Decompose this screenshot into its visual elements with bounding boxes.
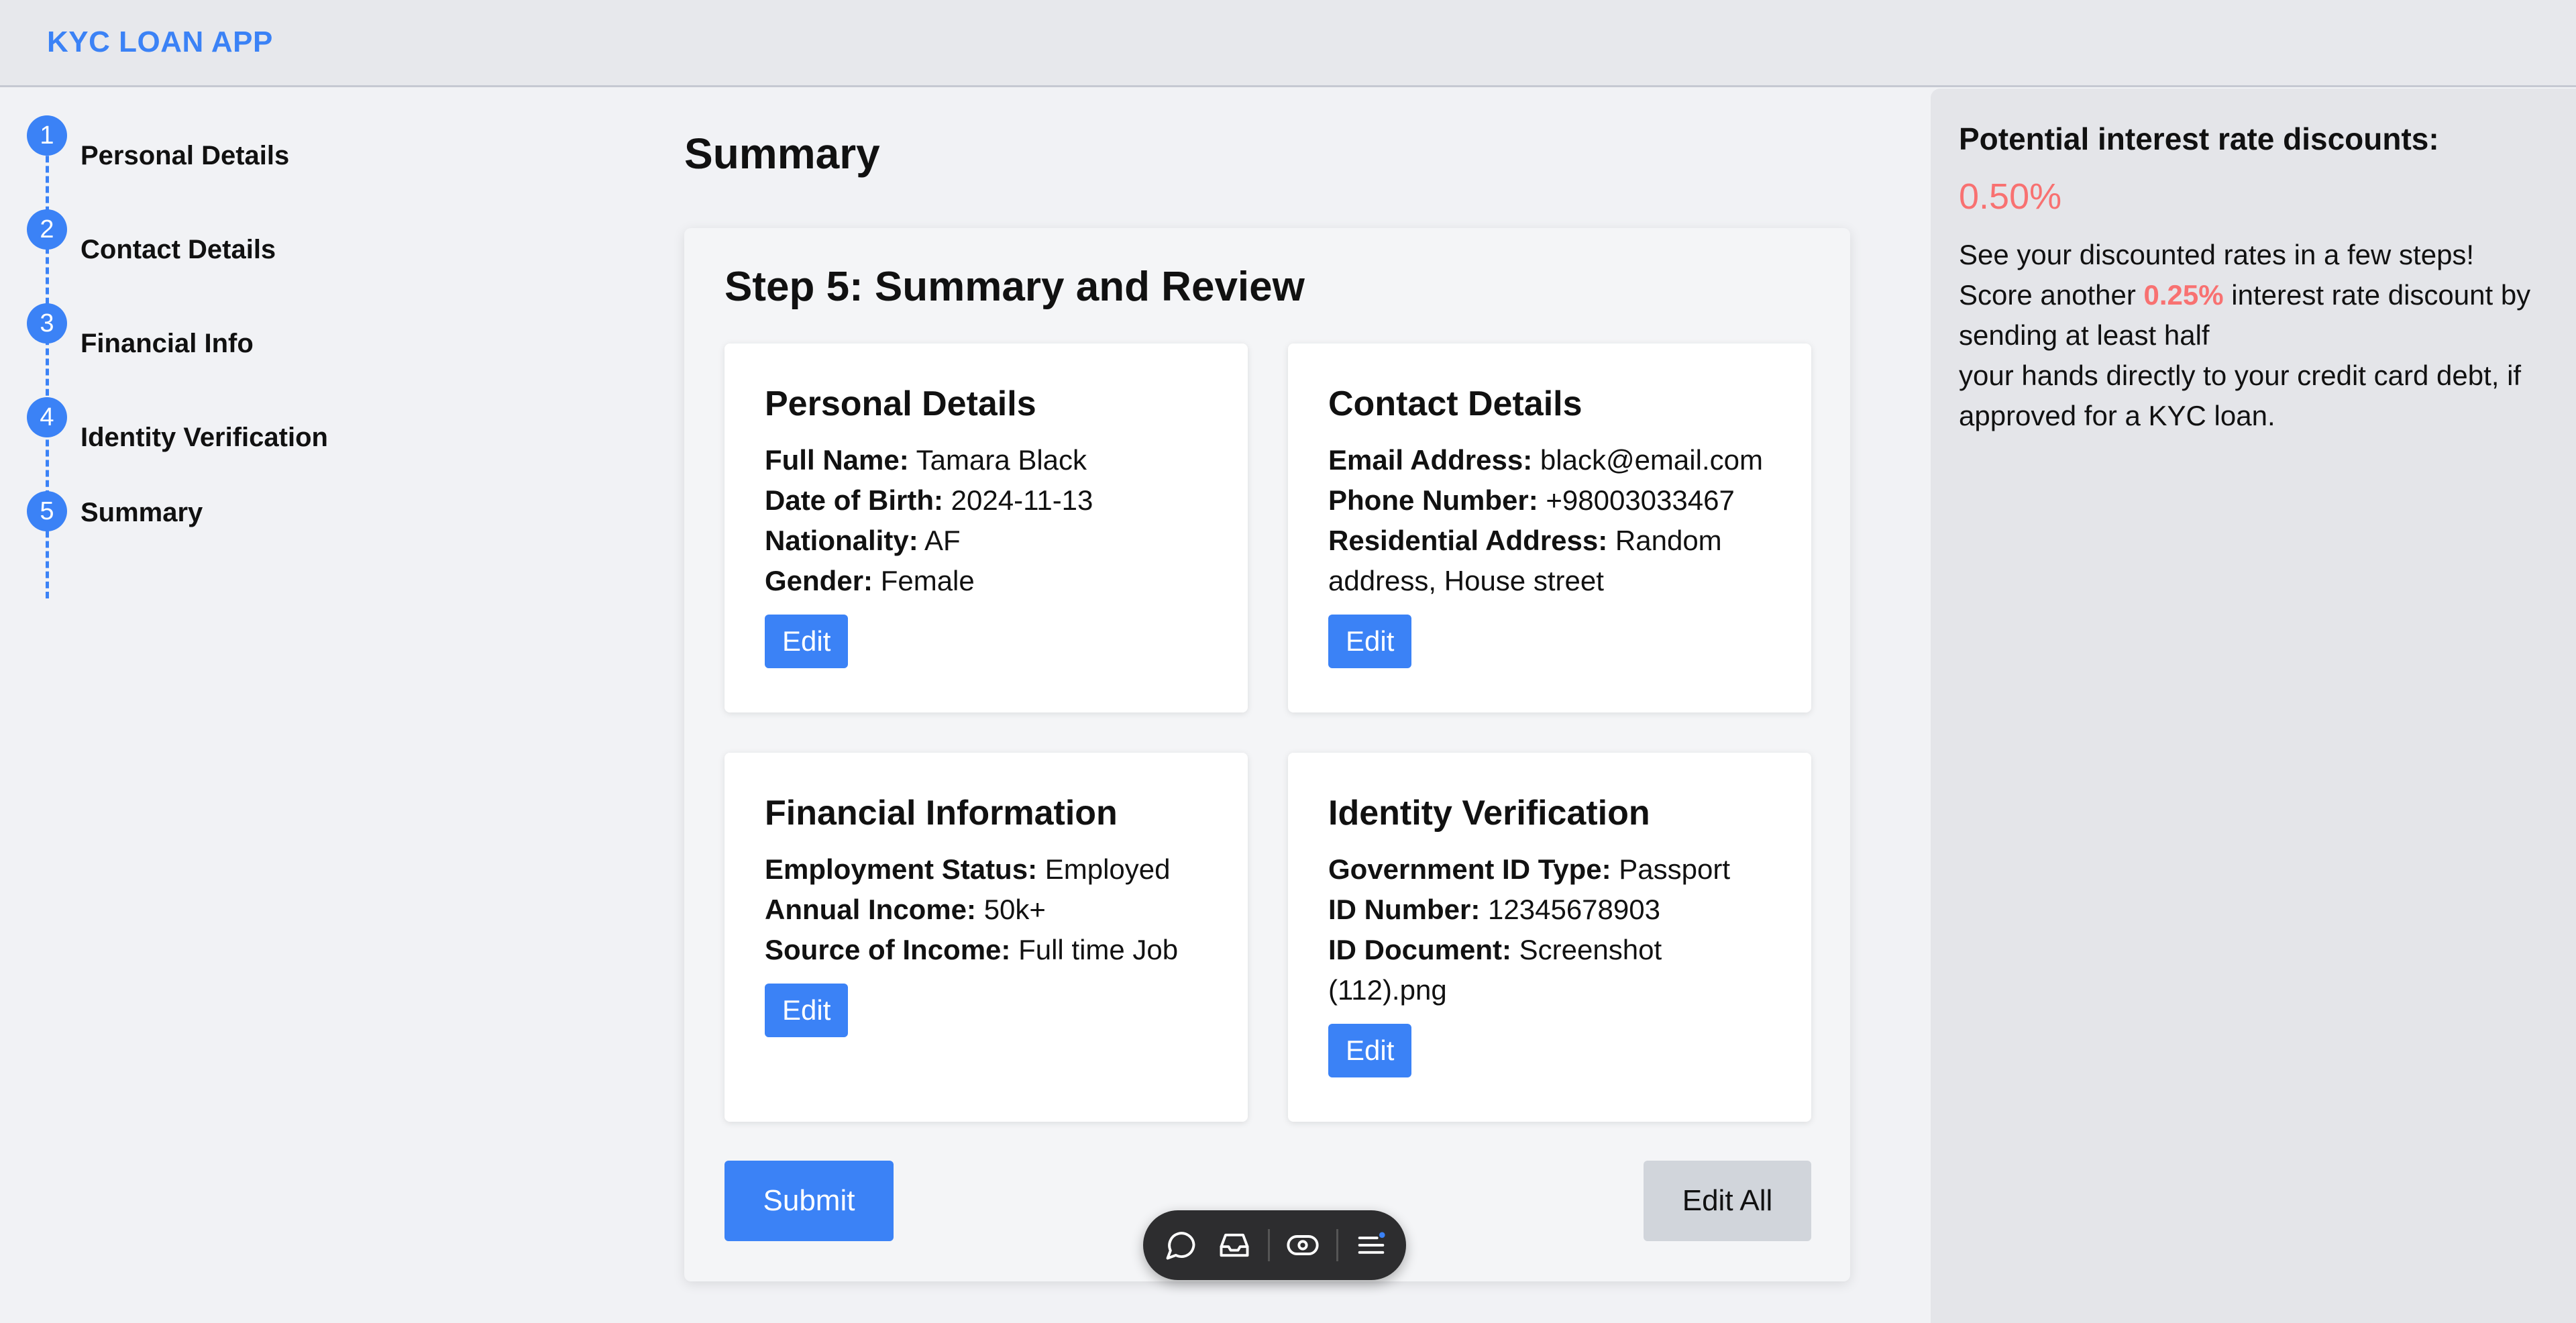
card-title: Contact Details bbox=[1328, 384, 1582, 423]
field-value: black@email.com bbox=[1540, 444, 1763, 476]
toolbar-divider bbox=[1336, 1229, 1338, 1261]
field-value: +98003033467 bbox=[1546, 484, 1735, 516]
field-label: Annual Income: bbox=[765, 894, 977, 925]
field-label: Date of Birth: bbox=[765, 484, 943, 516]
personal-details-card: Personal Details Full Name: Tamara Black… bbox=[724, 343, 1248, 712]
field-label: ID Number: bbox=[1328, 894, 1481, 925]
discount-description: See your discounted rates in a few steps… bbox=[1959, 235, 2563, 436]
info-row: ID Document: Screenshot (112).png bbox=[1328, 930, 1771, 1010]
app-title[interactable]: KYC LOAN APP bbox=[47, 25, 273, 59]
extra-discount-rate: 0.25% bbox=[2143, 279, 2224, 311]
step-label: Personal Details bbox=[80, 141, 290, 170]
page-title: Summary bbox=[684, 129, 880, 178]
field-label: ID Document: bbox=[1328, 934, 1511, 965]
step-number-badge: 1 bbox=[27, 115, 67, 156]
step-contact-details[interactable]: 2 Contact Details bbox=[0, 209, 604, 276]
menu-icon[interactable] bbox=[1354, 1228, 1389, 1263]
field-label: Source of Income: bbox=[765, 934, 1011, 965]
edit-identity-button[interactable]: Edit bbox=[1328, 1024, 1412, 1077]
discount-rate: 0.50% bbox=[1959, 176, 2062, 217]
step-financial-info[interactable]: 3 Financial Info bbox=[0, 303, 604, 370]
inbox-icon[interactable] bbox=[1217, 1228, 1252, 1263]
discount-panel: Potential interest rate discounts: 0.50%… bbox=[1931, 89, 2576, 1323]
discount-line: See your discounted rates in a few steps… bbox=[1959, 239, 2475, 270]
step-personal-details[interactable]: 1 Personal Details bbox=[0, 115, 604, 182]
step-number-badge: 3 bbox=[27, 303, 67, 343]
step-number-badge: 5 bbox=[27, 491, 67, 531]
toolbar-divider bbox=[1268, 1229, 1270, 1261]
edit-personal-button[interactable]: Edit bbox=[765, 615, 849, 668]
summary-card: Step 5: Summary and Review Personal Deta… bbox=[684, 228, 1850, 1281]
identity-verification-card: Identity Verification Government ID Type… bbox=[1288, 753, 1811, 1122]
top-bar: KYC LOAN APP bbox=[0, 0, 2576, 87]
step-label: Financial Info bbox=[80, 329, 254, 358]
step-identity-verification[interactable]: 4 Identity Verification bbox=[0, 397, 604, 464]
field-value: AF bbox=[924, 525, 961, 556]
info-row: Source of Income: Full time Job bbox=[765, 930, 1208, 970]
field-label: Gender: bbox=[765, 565, 873, 596]
info-row: ID Number: 12345678903 bbox=[1328, 890, 1771, 930]
field-value: Full time Job bbox=[1018, 934, 1179, 965]
progress-stepper: 1 Personal Details 2 Contact Details 3 F… bbox=[0, 87, 604, 598]
info-row: Phone Number: +98003033467 bbox=[1328, 480, 1771, 521]
step-number-badge: 2 bbox=[27, 209, 67, 250]
floating-toolbar bbox=[1143, 1210, 1406, 1280]
field-value: Female bbox=[880, 565, 975, 596]
comment-icon[interactable] bbox=[1163, 1228, 1198, 1263]
card-title: Financial Information bbox=[765, 794, 1118, 833]
field-value: 50k+ bbox=[983, 894, 1046, 925]
field-value: Tamara Black bbox=[916, 444, 1087, 476]
field-value: 2024-11-13 bbox=[951, 484, 1093, 516]
info-row: Full Name: Tamara Black bbox=[765, 440, 1208, 480]
info-row: Government ID Type: Passport bbox=[1328, 849, 1771, 890]
card-title: Identity Verification bbox=[1328, 794, 1650, 833]
discount-line: Score another 0.25% interest rate discou… bbox=[1959, 275, 2563, 356]
info-row: Email Address: black@email.com bbox=[1328, 440, 1771, 480]
info-row: Employment Status: Employed bbox=[765, 849, 1208, 890]
field-label: Residential Address: bbox=[1328, 525, 1608, 556]
field-value: Employed bbox=[1044, 853, 1171, 885]
field-label: Nationality: bbox=[765, 525, 918, 556]
edit-contact-button[interactable]: Edit bbox=[1328, 615, 1412, 668]
step-number-badge: 4 bbox=[27, 397, 67, 437]
info-row: Date of Birth: 2024-11-13 bbox=[765, 480, 1208, 521]
field-label: Full Name: bbox=[765, 444, 909, 476]
discount-title: Potential interest rate discounts: bbox=[1959, 121, 2439, 156]
step-label: Contact Details bbox=[80, 235, 276, 264]
info-row: Annual Income: 50k+ bbox=[765, 890, 1208, 930]
info-row: Gender: Female bbox=[765, 561, 1208, 601]
field-value: 12345678903 bbox=[1488, 894, 1660, 925]
field-value: Passport bbox=[1619, 853, 1731, 885]
info-row: Residential Address: Random address, Hou… bbox=[1328, 521, 1771, 601]
discount-text: Score another bbox=[1959, 279, 2144, 311]
step-title: Step 5: Summary and Review bbox=[724, 264, 1305, 310]
field-label: Email Address: bbox=[1328, 444, 1533, 476]
discount-line: your hands directly to your credit card … bbox=[1959, 360, 2522, 431]
info-row: Nationality: AF bbox=[765, 521, 1208, 561]
financial-information-card: Financial Information Employment Status:… bbox=[724, 753, 1248, 1122]
field-label: Phone Number: bbox=[1328, 484, 1538, 516]
edit-all-button[interactable]: Edit All bbox=[1644, 1161, 1811, 1241]
step-label: Identity Verification bbox=[80, 423, 328, 452]
field-label: Government ID Type: bbox=[1328, 853, 1611, 885]
eye-icon[interactable] bbox=[1285, 1228, 1320, 1263]
step-summary[interactable]: 5 Summary bbox=[0, 491, 604, 558]
field-label: Employment Status: bbox=[765, 853, 1038, 885]
submit-button[interactable]: Submit bbox=[724, 1161, 894, 1241]
contact-details-card: Contact Details Email Address: black@ema… bbox=[1288, 343, 1811, 712]
edit-financial-button[interactable]: Edit bbox=[765, 984, 849, 1037]
card-title: Personal Details bbox=[765, 384, 1036, 423]
step-label: Summary bbox=[80, 498, 203, 527]
